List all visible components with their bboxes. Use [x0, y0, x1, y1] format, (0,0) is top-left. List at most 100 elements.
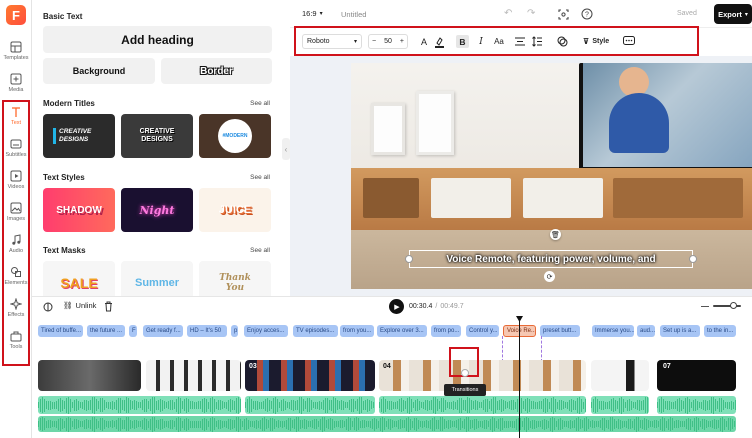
- text-mask-thumb-2[interactable]: Summer: [121, 261, 193, 296]
- trash-icon[interactable]: [104, 301, 113, 312]
- subtitle-chip[interactable]: Set up is a...: [660, 325, 700, 337]
- subtitle-chip[interactable]: Tired of buffe...: [38, 325, 83, 337]
- unlink-button[interactable]: ⛓ Unlink: [63, 301, 96, 310]
- font-size-value[interactable]: 50: [384, 38, 392, 45]
- rail-audio[interactable]: Audio: [0, 231, 32, 261]
- music-track-waveform[interactable]: [38, 416, 736, 432]
- zoom-slider-handle[interactable]: [730, 302, 737, 309]
- text-case-button[interactable]: Aa: [492, 29, 506, 54]
- video-clip[interactable]: [591, 360, 649, 391]
- video-clip[interactable]: [38, 360, 141, 391]
- add-heading-button[interactable]: Add heading: [43, 26, 272, 53]
- italic-icon[interactable]: I: [475, 29, 487, 54]
- modern-title-thumb-2[interactable]: CREATIVE DESIGNS: [121, 114, 193, 158]
- subtitle-chip[interactable]: Explore over 3...: [377, 325, 427, 337]
- video-clip[interactable]: 03: [245, 360, 375, 391]
- subtitle-chip[interactable]: Control y...: [466, 325, 499, 337]
- playhead-handle[interactable]: [516, 316, 523, 322]
- resize-handle-left[interactable]: [405, 255, 413, 263]
- text-mask-thumb-3[interactable]: Thank You: [199, 261, 271, 296]
- audio-icon: [12, 234, 21, 245]
- left-rail: F Templates Media Text Subtitles Videos …: [0, 0, 32, 438]
- audio-waveform[interactable]: [38, 396, 241, 414]
- rail-text[interactable]: Text: [0, 103, 32, 133]
- rail-label: Tools: [9, 344, 23, 350]
- subtitle-chip[interactable]: HD – It's 50: [187, 325, 227, 337]
- delete-text-icon[interactable]: 🗑: [550, 229, 561, 240]
- project-title[interactable]: Untitled: [341, 10, 366, 19]
- modern-titles-title: Modern Titles: [43, 99, 95, 108]
- playhead[interactable]: [519, 316, 520, 438]
- play-button[interactable]: ▶: [389, 299, 404, 314]
- help-icon[interactable]: ?: [581, 8, 593, 20]
- panel-collapse-handle[interactable]: ‹: [282, 138, 290, 160]
- font-size-increase[interactable]: +: [400, 38, 404, 45]
- screenshot-icon[interactable]: [558, 9, 569, 20]
- text-style-thumb-2[interactable]: Night: [121, 188, 193, 232]
- effects-icon: [10, 298, 22, 310]
- video-clip[interactable]: 07: [657, 360, 736, 391]
- modern-title-thumb-1[interactable]: CREATIVE DESIGNS: [43, 114, 115, 158]
- font-color-icon[interactable]: A: [418, 29, 430, 54]
- rail-images[interactable]: Images: [0, 199, 32, 229]
- video-preview[interactable]: 🗑 Voice Remote, featuring power, volume,…: [351, 63, 752, 289]
- text-panel: Basic Text Add heading Background Border…: [32, 0, 280, 296]
- audio-waveform[interactable]: [245, 396, 375, 414]
- split-icon[interactable]: [43, 302, 53, 312]
- subtitle-chip[interactable]: TV episodes...: [293, 325, 338, 337]
- subtitle-chip[interactable]: to the in...: [704, 325, 736, 337]
- subtitle-chip[interactable]: Get ready f...: [143, 325, 183, 337]
- font-size-decrease[interactable]: −: [372, 38, 376, 45]
- rail-media[interactable]: Media: [0, 70, 32, 100]
- audio-waveform[interactable]: [379, 396, 586, 414]
- undo-icon[interactable]: ↶: [504, 8, 512, 19]
- more-options-icon[interactable]: [623, 36, 635, 47]
- subtitle-chip[interactable]: the future ...: [87, 325, 125, 337]
- aspect-ratio-select[interactable]: 16:9 ▾: [302, 9, 323, 18]
- border-text-button[interactable]: Border: [161, 58, 272, 84]
- rotate-icon[interactable]: ⟳: [544, 271, 555, 282]
- redo-icon[interactable]: ↷: [527, 8, 535, 19]
- rail-tools[interactable]: Tools: [0, 327, 32, 357]
- background-text-button[interactable]: Background: [43, 58, 155, 84]
- zoom-out-icon[interactable]: [701, 306, 709, 307]
- subtitle-text-box[interactable]: Voice Remote, featuring power, volume, a…: [409, 250, 693, 268]
- subtitle-chip[interactable]: p: [231, 325, 238, 337]
- subtitle-chip[interactable]: from you...: [340, 325, 374, 337]
- bold-icon[interactable]: B: [456, 35, 469, 48]
- modern-titles-see-all[interactable]: See all: [250, 100, 270, 107]
- rail-templates[interactable]: Templates: [0, 38, 32, 68]
- font-family-select[interactable]: Roboto ▾: [302, 34, 362, 49]
- style-button[interactable]: ⊽ Style: [581, 29, 611, 54]
- rail-videos[interactable]: Videos: [0, 167, 32, 197]
- text-style-thumb-1[interactable]: SHADOW: [43, 188, 115, 232]
- app-logo[interactable]: F: [6, 5, 26, 25]
- export-label: Export: [718, 9, 742, 19]
- time-display: 00:30.4 / 00:49.7: [409, 303, 464, 310]
- transition-button[interactable]: [461, 369, 469, 377]
- audio-waveform[interactable]: [591, 396, 649, 414]
- subtitle-chip[interactable]: Enjoy acces...: [244, 325, 288, 337]
- rail-subtitles[interactable]: Subtitles: [0, 135, 32, 165]
- highlight-color-icon[interactable]: [434, 36, 445, 48]
- modern-title-thumb-3[interactable]: #MODERN: [199, 114, 271, 158]
- align-icon[interactable]: [515, 37, 525, 46]
- text-masks-see-all[interactable]: See all: [250, 247, 270, 254]
- subtitle-chip[interactable]: F: [129, 325, 137, 337]
- export-button[interactable]: Export ▾: [714, 4, 752, 24]
- video-clip[interactable]: [146, 360, 241, 391]
- line-spacing-icon[interactable]: [532, 36, 542, 47]
- audio-waveform[interactable]: [657, 396, 736, 414]
- subtitle-chip[interactable]: from po...: [431, 325, 461, 337]
- rail-elements[interactable]: Elements: [0, 263, 32, 293]
- subtitle-chip[interactable]: preset butt...: [540, 325, 580, 337]
- rail-effects[interactable]: Effects: [0, 295, 32, 325]
- subtitle-chip[interactable]: aud...: [637, 325, 655, 337]
- resize-handle-right[interactable]: [689, 255, 697, 263]
- subtitle-chip[interactable]: Immerse you...: [592, 325, 634, 337]
- font-size-stepper[interactable]: − 50 +: [368, 34, 408, 49]
- text-styles-see-all[interactable]: See all: [250, 174, 270, 181]
- text-style-thumb-3[interactable]: JUICE: [199, 188, 271, 232]
- text-mask-thumb-1[interactable]: SALE: [43, 261, 115, 296]
- effects-icon[interactable]: [557, 36, 568, 47]
